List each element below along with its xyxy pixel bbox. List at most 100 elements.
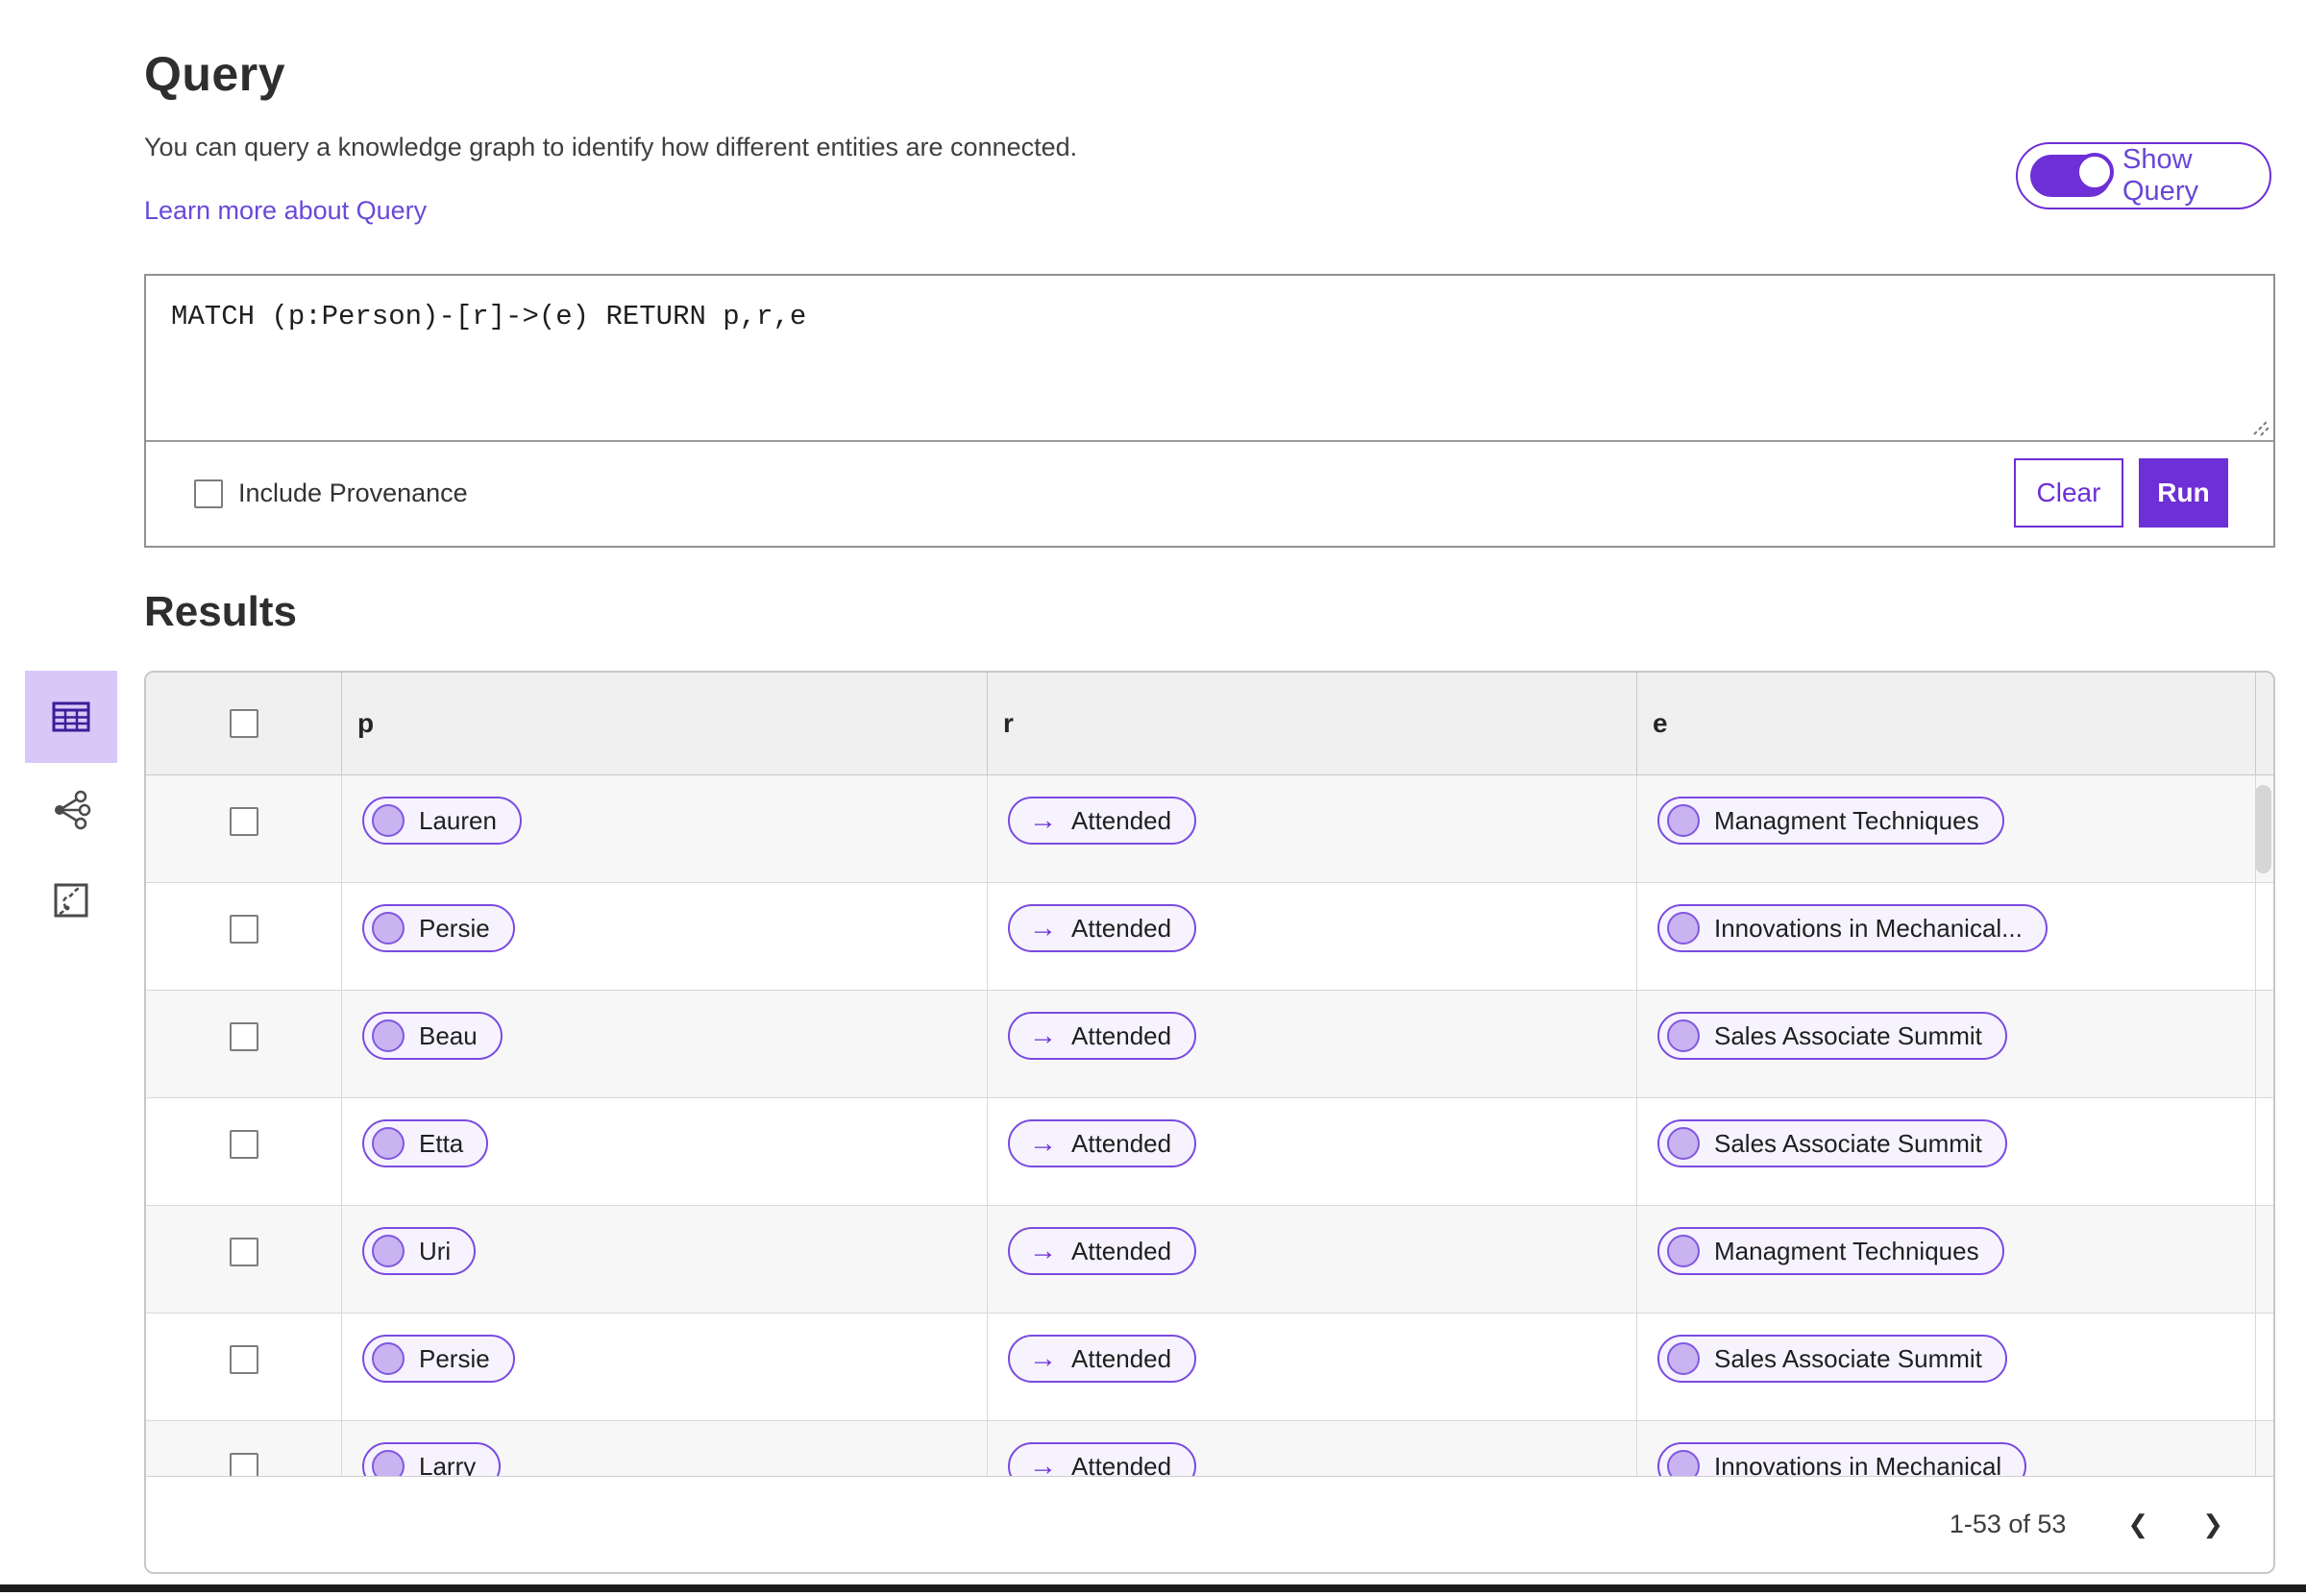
entity-pill-e[interactable]: Sales Associate Summit [1657,1119,2007,1167]
entity-node-icon [372,1019,405,1052]
entity-pill-p[interactable]: Persie [362,1335,515,1383]
vertical-scrollbar-thumb[interactable] [2255,785,2271,873]
relationship-pill-r[interactable]: → Attended [1008,1119,1197,1167]
entity-pill-e[interactable]: Sales Associate Summit [1657,1335,2007,1383]
relationship-pill-r[interactable]: → Attended [1008,1227,1197,1275]
page-title: Query [144,47,286,101]
cell-e-label: Managment Techniques [1714,805,1979,835]
cell-p-label: Etta [419,1128,464,1158]
relationship-pill-r[interactable]: → Attended [1008,1335,1197,1383]
map-view-button[interactable] [25,854,117,946]
row-checkbox[interactable] [229,1453,258,1477]
results-title: Results [144,588,297,635]
show-query-label: Show Query [2122,144,2198,207]
table-row[interactable]: Etta → Attended Sales Associate Summit [146,1098,2273,1206]
toggle-knob [2075,153,2114,191]
table-header-row: p r e [146,673,2273,775]
arrow-right-icon: → [1029,912,1057,944]
table-rows: Lauren → Attended Managment Techniques P… [146,775,2273,1477]
query-code-text: MATCH (p:Person)-[r]->(e) RETURN p,r,e [171,301,807,332]
entity-pill-e[interactable]: Innovations in Mechanical... [1657,904,2048,952]
table-row[interactable]: Lauren → Attended Managment Techniques [146,775,2273,883]
entity-node-icon [1667,1019,1700,1052]
row-checkbox[interactable] [229,1022,258,1051]
table-icon [52,701,90,732]
entity-pill-e[interactable]: Sales Associate Summit [1657,1012,2007,1060]
relationship-pill-r[interactable]: → Attended [1008,1442,1197,1477]
toggle-on-icon[interactable] [2030,153,2114,197]
arrow-right-icon: → [1029,1235,1057,1266]
query-code-textarea[interactable]: MATCH (p:Person)-[r]->(e) RETURN p,r,e [146,276,2273,442]
table-row[interactable]: Beau → Attended Sales Associate Summit [146,991,2273,1098]
arrow-right-icon: → [1029,804,1057,836]
clear-button[interactable]: Clear [2014,458,2123,528]
include-provenance-checkbox[interactable] [194,479,223,508]
map-icon [54,883,88,918]
cell-p-label: Larry [419,1451,477,1478]
resize-handle-icon[interactable] [2245,411,2269,436]
cell-e-label: Managment Techniques [1714,1236,1979,1265]
cell-e-label: Sales Associate Summit [1714,1128,1982,1158]
query-panel: MATCH (p:Person)-[r]->(e) RETURN p,r,e I… [144,274,2275,548]
entity-node-icon [1667,804,1700,837]
graph-icon [55,790,91,830]
row-checkbox[interactable] [229,1345,258,1374]
graph-view-button[interactable] [25,764,117,856]
cell-p-label: Beau [419,1020,478,1050]
entity-pill-p[interactable]: Lauren [362,797,522,845]
row-checkbox[interactable] [229,915,258,944]
pagination-range: 1-53 of 53 [1949,1510,2067,1538]
table-row[interactable]: Uri → Attended Managment Techniques [146,1206,2273,1314]
entity-node-icon [1667,1342,1700,1375]
table-view-button[interactable] [25,671,117,763]
entity-pill-e[interactable]: Innovations in Mechanical [1657,1442,2027,1478]
entity-pill-p[interactable]: Larry [362,1442,502,1478]
entity-node-icon [1667,1127,1700,1160]
entity-pill-e[interactable]: Managment Techniques [1657,797,2004,845]
previous-page-button[interactable]: ❮ [2127,1510,2148,1539]
entity-node-icon [372,1235,405,1267]
query-description: You can query a knowledge graph to ident… [144,133,1078,161]
select-all-checkbox[interactable] [229,709,258,738]
table-row[interactable]: Persie → Attended Innovations in Mechani… [146,883,2273,991]
entity-pill-e[interactable]: Managment Techniques [1657,1227,2004,1275]
arrow-right-icon: → [1029,1450,1057,1477]
pagination-bar: 1-53 of 53 ❮ ❯ [146,1476,2273,1572]
entity-node-icon [1667,1235,1700,1267]
entity-pill-p[interactable]: Beau [362,1012,503,1060]
relationship-pill-r[interactable]: → Attended [1008,797,1197,845]
row-checkbox[interactable] [229,1130,258,1159]
arrow-right-icon: → [1029,1342,1057,1374]
include-provenance-label: Include Provenance [238,479,468,507]
cell-p-label: Persie [419,1343,490,1373]
relationship-pill-r[interactable]: → Attended [1008,904,1197,952]
row-checkbox[interactable] [229,807,258,836]
column-header-p: p [357,708,375,738]
cell-r-label: Attended [1071,1020,1172,1050]
entity-node-icon [1667,912,1700,945]
cell-r-label: Attended [1071,1236,1172,1265]
arrow-right-icon: → [1029,1019,1057,1051]
run-button[interactable]: Run [2139,458,2228,528]
relationship-pill-r[interactable]: → Attended [1008,1012,1197,1060]
entity-node-icon [1667,1450,1700,1477]
table-row[interactable]: Persie → Attended Sales Associate Summit [146,1314,2273,1421]
entity-pill-p[interactable]: Persie [362,904,515,952]
show-query-toggle[interactable]: Show Query [2016,142,2271,209]
entity-pill-p[interactable]: Etta [362,1119,489,1167]
cell-e-label: Innovations in Mechanical [1714,1451,2002,1478]
entity-pill-p[interactable]: Uri [362,1227,477,1275]
cell-r-label: Attended [1071,1343,1172,1373]
cell-e-label: Sales Associate Summit [1714,1343,1982,1373]
cell-p-label: Persie [419,913,490,943]
cell-e-label: Sales Associate Summit [1714,1020,1982,1050]
entity-node-icon [372,1450,405,1477]
cell-r-label: Attended [1071,805,1172,835]
row-checkbox[interactable] [229,1238,258,1266]
entity-node-icon [372,1342,405,1375]
table-row[interactable]: Larry → Attended Innovations in Mechanic… [146,1421,2273,1477]
cell-p-label: Lauren [419,805,497,835]
learn-more-link[interactable]: Learn more about Query [144,196,427,226]
query-page: Query You can query a knowledge graph to… [0,0,2306,1596]
next-page-button[interactable]: ❯ [2202,1510,2223,1539]
